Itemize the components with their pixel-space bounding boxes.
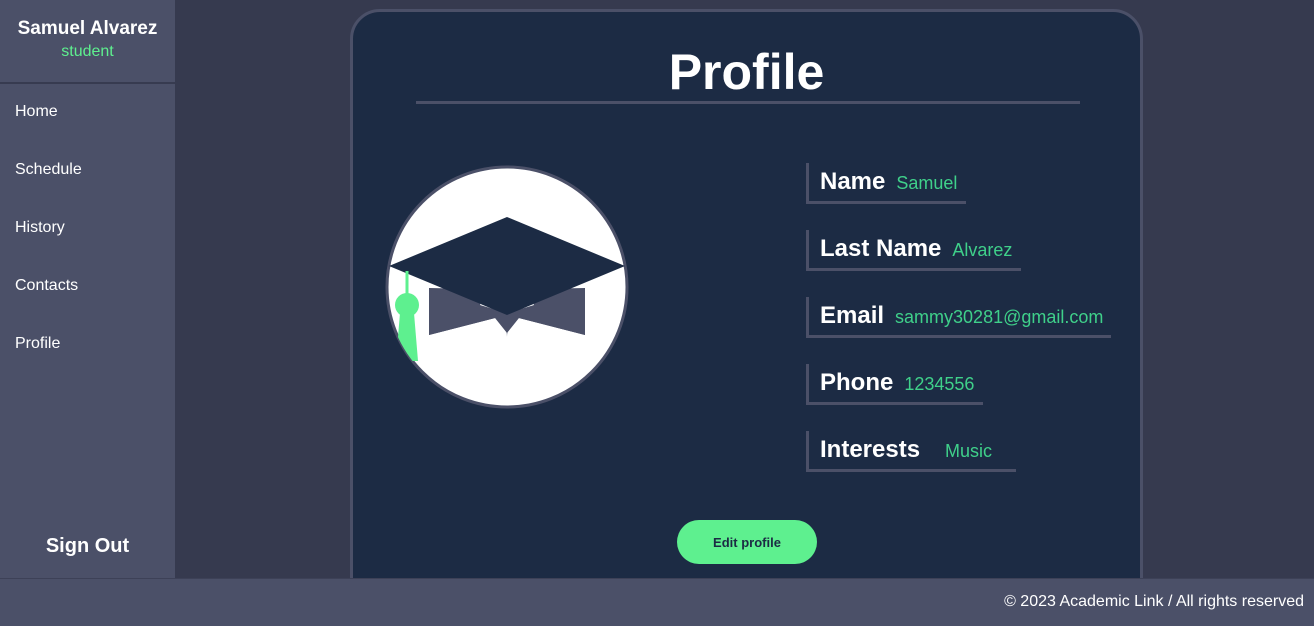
sign-out-button[interactable]: Sign Out: [0, 535, 175, 558]
user-role: student: [61, 43, 114, 60]
sidebar-item-profile[interactable]: Profile: [0, 324, 175, 382]
sidebar-nav: Home Schedule History Contacts Profile: [0, 84, 175, 382]
field-value: Samuel: [896, 173, 958, 193]
sidebar-item-history[interactable]: History: [0, 208, 175, 266]
field-value: 1234556: [904, 374, 975, 394]
field-email: Email sammy30281@gmail.com: [806, 297, 1111, 338]
field-label: Last Name: [820, 235, 942, 262]
sidebar-item-home[interactable]: Home: [0, 92, 175, 150]
footer: © 2023 Academic Link / All rights reserv…: [0, 578, 1314, 626]
field-label: Email: [820, 302, 885, 329]
field-name: Name Samuel: [806, 163, 966, 204]
field-label: Name: [820, 168, 886, 195]
field-label: Phone: [820, 369, 894, 396]
field-value: sammy30281@gmail.com: [895, 307, 1104, 327]
field-label: Interests: [820, 436, 921, 463]
user-info: Samuel Alvarez student: [0, 0, 175, 84]
field-value: Music: [945, 441, 993, 461]
profile-fields: Name Samuel Last Name Alvarez Email samm…: [806, 163, 1111, 498]
graduation-cap-icon: [385, 165, 629, 409]
sidebar-item-contacts[interactable]: Contacts: [0, 266, 175, 324]
footer-copyright: © 2023 Academic Link / All rights reserv…: [1004, 593, 1304, 610]
field-interests: Interests Music: [806, 431, 1016, 472]
sidebar: Samuel Alvarez student Home Schedule His…: [0, 0, 175, 578]
field-value: Alvarez: [952, 240, 1013, 260]
user-name: Samuel Alvarez: [17, 18, 158, 39]
title-divider: [416, 101, 1080, 104]
edit-profile-button[interactable]: Edit profile: [677, 520, 817, 564]
profile-card: Profile Name Samuel Last Name Alvarez Em…: [350, 9, 1143, 609]
avatar: [385, 165, 629, 409]
page-title: Profile: [668, 44, 825, 100]
sidebar-item-schedule[interactable]: Schedule: [0, 150, 175, 208]
field-phone: Phone 1234556: [806, 364, 983, 405]
field-last-name: Last Name Alvarez: [806, 230, 1021, 271]
